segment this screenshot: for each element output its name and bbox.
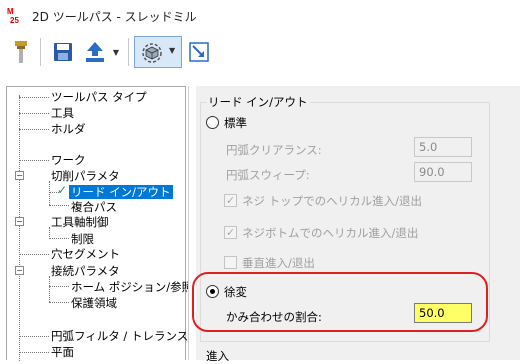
gradual-label: 徐変 [224,285,247,299]
arc-clearance-label: 円弧クリアランス: [226,143,322,157]
tree-line [19,97,49,98]
tree-line [19,336,49,337]
tree-line [19,352,49,353]
vertical-checkbox[interactable] [224,256,237,269]
expander-link-params[interactable]: − [15,266,24,275]
cube-view-icon [142,43,162,63]
tree-line [49,181,50,205]
tree-item-hole-segments[interactable]: 穴セグメント [51,246,120,262]
expander-tool-axis[interactable]: − [15,217,24,226]
tree-line [49,238,69,239]
tree-line [19,254,49,255]
helical-top-checkbox[interactable]: ✓ [224,194,237,207]
standard-radio[interactable] [206,116,219,129]
helical-top-label: ネジ トップでのヘリカル進入/退出 [242,194,423,208]
tree-item-cut-params[interactable]: 切削パラメタ [51,168,120,184]
tree-item-home-position[interactable]: ホーム ポジション/参照点 [71,279,205,295]
arc-sweep-label: 円弧スウィープ: [226,168,310,182]
toolbar-separator [128,38,129,66]
tree-item-arc-filter[interactable]: 円弧フィルタ / トレランス [51,328,188,344]
tree-line [19,113,49,114]
tree-line [19,95,20,361]
tree-item-holder[interactable]: ホルダ [51,121,86,137]
tree-line [49,205,69,206]
tree-line [19,129,49,130]
tree-item-workpiece[interactable]: ワーク [51,152,86,168]
arc-sweep-field[interactable]: 90.0 [414,162,472,182]
tree-item-safety-zone[interactable]: 保護領域 [71,295,117,311]
save-icon [54,43,72,61]
chevron-down-icon: ▼ [112,47,120,57]
arc-clearance-field[interactable]: 5.0 [414,137,472,157]
helical-bottom-checkbox[interactable]: ✓ [224,226,237,239]
save-button[interactable] [50,38,76,66]
resize-button[interactable] [186,38,212,66]
tree-item-planes[interactable]: 平面 [51,344,74,360]
title-bar: M 25 2D ツールパス - スレッドミル [0,0,520,30]
export-dropdown[interactable]: ▼ [110,38,122,66]
tree-item-label: リード イン/アウト [69,185,173,199]
tree-line [49,302,69,303]
tool-button[interactable] [10,38,32,66]
window-title: 2D ツールパス - スレッドミル [32,10,197,24]
tree-item-lead-in-out[interactable]: リード イン/アウト [69,184,173,200]
upload-icon [86,42,104,62]
entry-section-title: 進入 [206,349,229,363]
chevron-down-icon: ▼ [169,46,176,55]
tree-item-link-params[interactable]: 接続パラメタ [51,263,120,279]
view-button[interactable]: ▼ [134,36,182,68]
gradual-radio[interactable] [206,285,219,298]
toolbar-separator [40,38,41,66]
navigation-tree: ツールパス タイプ 工具 ホルダ ワーク − 切削パラメタ ✓ リード イン/ア… [6,86,205,361]
engagement-field[interactable]: 50.0 [414,303,472,323]
engagement-label: かみ合わせの割合: [226,310,322,324]
vertical-label: 垂直進入/退出 [242,256,315,270]
expander-cut-params[interactable]: − [15,171,24,180]
export-button[interactable] [82,38,108,66]
check-icon: ✓ [57,183,68,197]
tree-line [49,276,50,302]
helical-bottom-label: ネジボトムでのヘリカル進入/退出 [242,226,419,240]
tree-line [49,286,69,287]
tree-item-multi-pass[interactable]: 複合パス [71,199,117,215]
tree-item-tool[interactable]: 工具 [51,105,74,121]
tree-item-limits[interactable]: 制限 [71,231,94,247]
tree-item-tool-axis-control[interactable]: 工具軸制御 [51,214,109,230]
toolbar: ▼ ▼ [0,30,520,78]
tree-item-toolpath-type[interactable]: ツールパス タイプ [51,89,147,105]
svg-text:M: M [7,7,14,16]
svg-text:25: 25 [10,16,19,25]
group-title: リード イン/アウト [206,94,310,110]
tree-line [19,160,49,161]
standard-label: 標準 [224,116,247,130]
tool-icon [15,41,27,63]
resize-icon [189,42,209,62]
app-logo-icon: M 25 [7,7,22,25]
